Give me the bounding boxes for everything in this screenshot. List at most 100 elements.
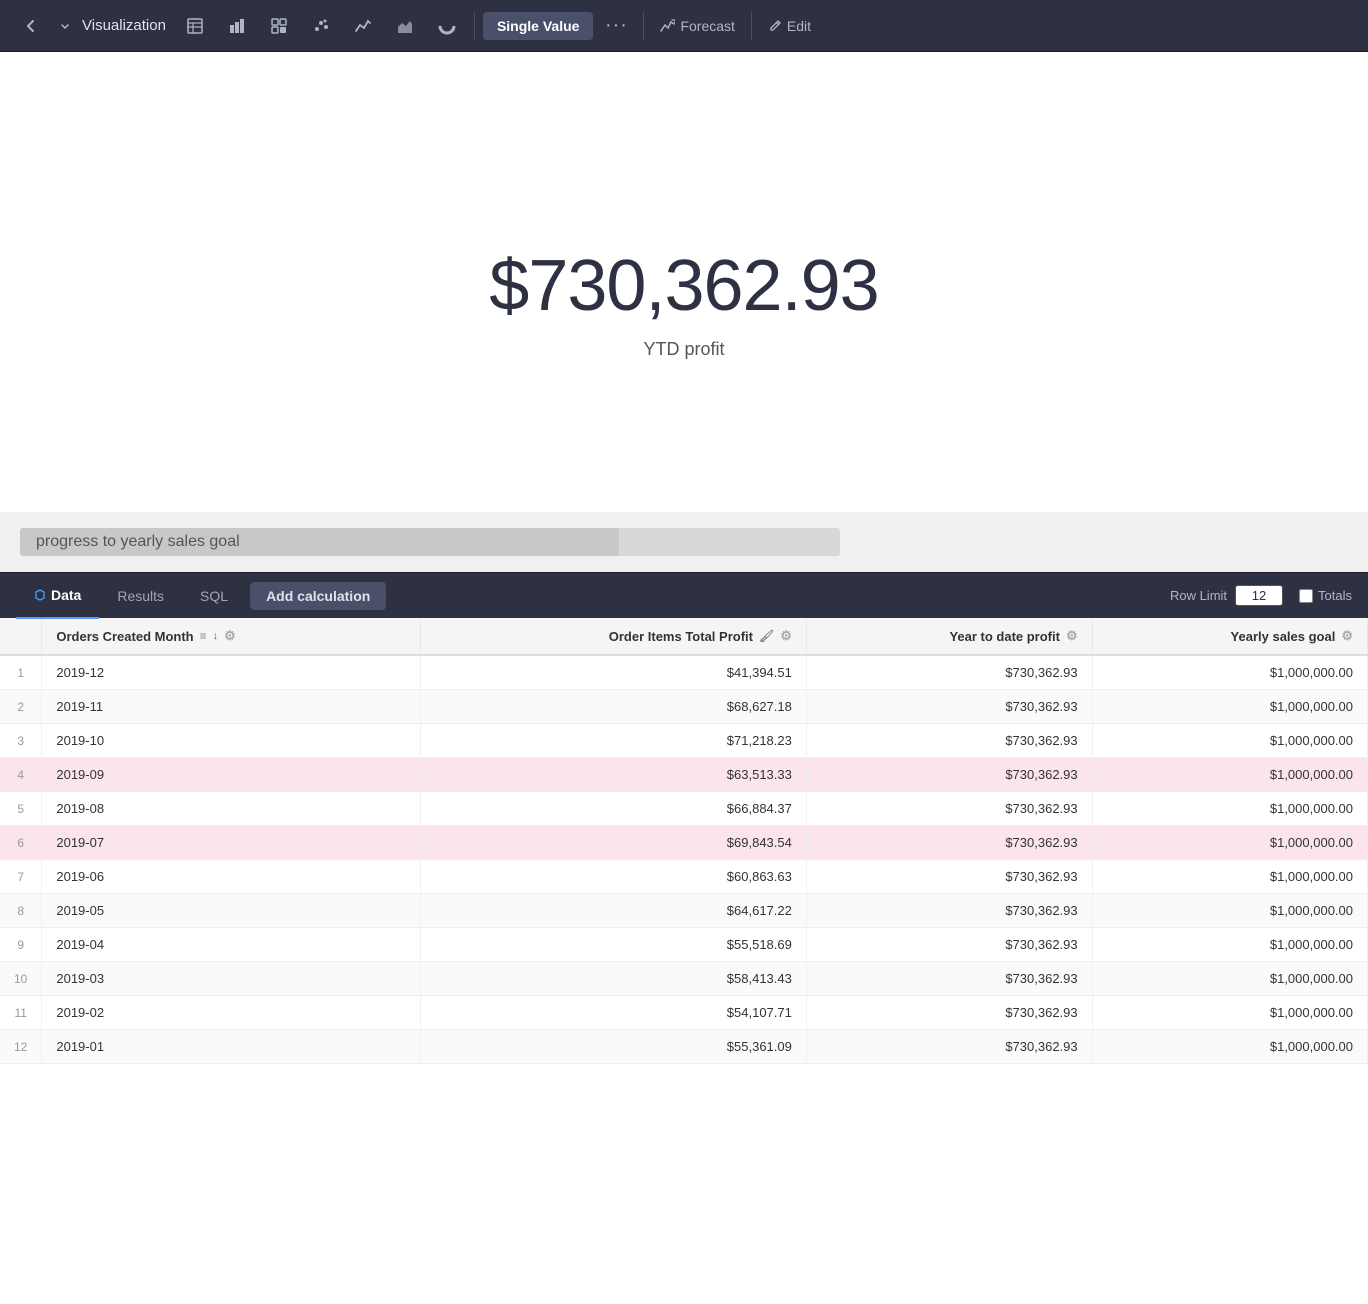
row-limit-label: Row Limit	[1170, 588, 1227, 603]
col-month-gear[interactable]: ⚙	[224, 628, 236, 644]
cell-month: 2019-11	[42, 690, 421, 724]
cell-num: 4	[0, 758, 42, 792]
chevron-down-icon[interactable]	[54, 7, 76, 45]
back-arrow-icon[interactable]	[12, 7, 50, 45]
cell-ytd: $730,362.93	[806, 996, 1092, 1030]
col-ytd-gear[interactable]: ⚙	[1066, 628, 1078, 644]
cell-ytd: $730,362.93	[806, 928, 1092, 962]
col-profit-label: Order Items Total Profit	[609, 629, 753, 644]
edit-button[interactable]: Edit	[760, 12, 819, 40]
col-goal: Yearly sales goal ⚙	[1092, 618, 1367, 655]
line-chart-icon[interactable]	[344, 7, 382, 45]
cell-num: 12	[0, 1030, 42, 1064]
table-row: 7 2019-06 $60,863.63 $730,362.93 $1,000,…	[0, 860, 1368, 894]
totals-label: Totals	[1318, 588, 1352, 603]
cell-num: 1	[0, 655, 42, 690]
col-month-label: Orders Created Month	[56, 629, 193, 644]
main-value: $730,362.93	[489, 245, 878, 327]
cell-ytd: $730,362.93	[806, 894, 1092, 928]
cell-ytd: $730,362.93	[806, 1030, 1092, 1064]
data-toolbar: Data Results SQL Add calculation Row Lim…	[0, 572, 1368, 618]
scatter-icon[interactable]	[302, 7, 340, 45]
cell-num: 11	[0, 996, 42, 1030]
cell-goal: $1,000,000.00	[1092, 792, 1367, 826]
single-value-button[interactable]: Single Value	[483, 12, 593, 40]
data-table: Orders Created Month ≡ ↓ ⚙ Order Items T…	[0, 618, 1368, 1064]
cell-ytd: $730,362.93	[806, 724, 1092, 758]
bar-chart-icon[interactable]	[218, 7, 256, 45]
cell-num: 5	[0, 792, 42, 826]
cell-profit: $55,361.09	[421, 1030, 807, 1064]
progress-bar-container: progress to yearly sales goal	[20, 528, 840, 556]
cell-month: 2019-02	[42, 996, 421, 1030]
cell-num: 7	[0, 860, 42, 894]
table-row: 12 2019-01 $55,361.09 $730,362.93 $1,000…	[0, 1030, 1368, 1064]
cell-num: 3	[0, 724, 42, 758]
cell-goal: $1,000,000.00	[1092, 962, 1367, 996]
tab-sql[interactable]: SQL	[182, 573, 246, 619]
more-options-icon[interactable]: ···	[597, 7, 635, 45]
cell-profit: $69,843.54	[421, 826, 807, 860]
donut-chart-icon[interactable]	[428, 7, 466, 45]
data-tab-icon	[34, 589, 46, 601]
cell-ytd: $730,362.93	[806, 860, 1092, 894]
toolbar-sep-1	[474, 12, 475, 40]
visualization-area: $730,362.93 YTD profit	[0, 52, 1368, 512]
cell-goal: $1,000,000.00	[1092, 826, 1367, 860]
sort-desc-icon[interactable]: ↓	[213, 630, 219, 642]
table-header-row: Orders Created Month ≡ ↓ ⚙ Order Items T…	[0, 618, 1368, 655]
forecast-icon	[660, 18, 675, 33]
cell-goal: $1,000,000.00	[1092, 724, 1367, 758]
tab-results[interactable]: Results	[99, 573, 182, 619]
add-calculation-button[interactable]: Add calculation	[250, 582, 386, 610]
cell-num: 8	[0, 894, 42, 928]
cell-goal: $1,000,000.00	[1092, 894, 1367, 928]
cell-profit: $55,518.69	[421, 928, 807, 962]
cell-goal: $1,000,000.00	[1092, 655, 1367, 690]
cell-goal: $1,000,000.00	[1092, 758, 1367, 792]
toolbar-sep-2	[643, 12, 644, 40]
paint-icon[interactable]: 🖌	[759, 629, 774, 643]
cell-num: 2	[0, 690, 42, 724]
forecast-button[interactable]: Forecast	[652, 12, 742, 40]
progress-area: progress to yearly sales goal	[0, 512, 1368, 572]
table-row: 4 2019-09 $63,513.33 $730,362.93 $1,000,…	[0, 758, 1368, 792]
cell-profit: $58,413.43	[421, 962, 807, 996]
cell-ytd: $730,362.93	[806, 962, 1092, 996]
toolbar-sep-3	[751, 12, 752, 40]
row-limit-input[interactable]	[1235, 585, 1283, 606]
col-ytd: Year to date profit ⚙	[806, 618, 1092, 655]
cell-ytd: $730,362.93	[806, 690, 1092, 724]
cell-goal: $1,000,000.00	[1092, 1030, 1367, 1064]
cell-month: 2019-10	[42, 724, 421, 758]
col-profit-gear[interactable]: ⚙	[780, 628, 792, 644]
cell-goal: $1,000,000.00	[1092, 860, 1367, 894]
area-chart-icon[interactable]	[386, 7, 424, 45]
pivot-icon[interactable]	[260, 7, 298, 45]
cell-profit: $68,627.18	[421, 690, 807, 724]
table-row: 10 2019-03 $58,413.43 $730,362.93 $1,000…	[0, 962, 1368, 996]
cell-month: 2019-05	[42, 894, 421, 928]
cell-profit: $64,617.22	[421, 894, 807, 928]
cell-month: 2019-01	[42, 1030, 421, 1064]
tab-data[interactable]: Data	[16, 573, 99, 619]
col-goal-gear[interactable]: ⚙	[1341, 628, 1353, 644]
list-icon: ≡	[200, 629, 207, 643]
table-row: 2 2019-11 $68,627.18 $730,362.93 $1,000,…	[0, 690, 1368, 724]
col-num	[0, 618, 42, 655]
table-row: 5 2019-08 $66,884.37 $730,362.93 $1,000,…	[0, 792, 1368, 826]
table-row: 8 2019-05 $64,617.22 $730,362.93 $1,000,…	[0, 894, 1368, 928]
progress-label: progress to yearly sales goal	[20, 533, 240, 551]
cell-ytd: $730,362.93	[806, 655, 1092, 690]
cell-profit: $60,863.63	[421, 860, 807, 894]
table-view-icon[interactable]	[176, 7, 214, 45]
data-table-wrap: Orders Created Month ≡ ↓ ⚙ Order Items T…	[0, 618, 1368, 1064]
totals-checkbox[interactable]	[1299, 589, 1313, 603]
totals-area: Totals	[1299, 588, 1352, 603]
col-month: Orders Created Month ≡ ↓ ⚙	[42, 618, 421, 655]
table-row: 1 2019-12 $41,394.51 $730,362.93 $1,000,…	[0, 655, 1368, 690]
cell-goal: $1,000,000.00	[1092, 928, 1367, 962]
cell-month: 2019-06	[42, 860, 421, 894]
edit-icon	[768, 19, 782, 33]
cell-month: 2019-12	[42, 655, 421, 690]
